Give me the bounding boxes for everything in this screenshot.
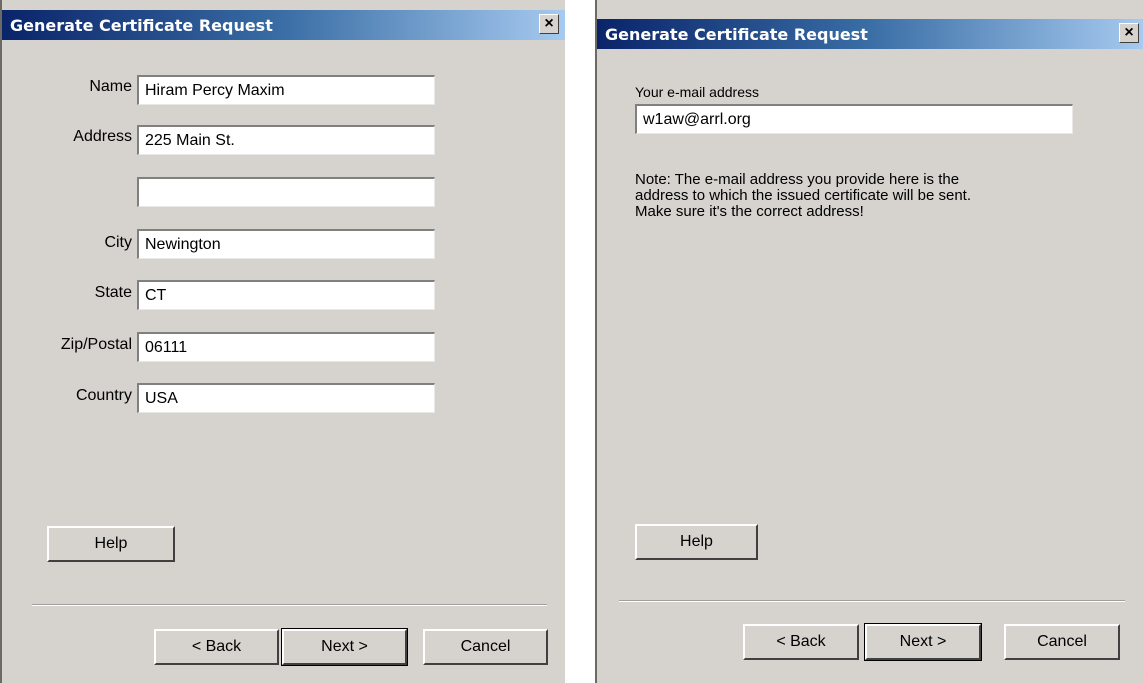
city-field[interactable]: Newington (137, 229, 435, 259)
title-bar: Generate Certificate Request × (2, 10, 565, 40)
close-icon: × (1124, 24, 1134, 41)
address-label: Address (73, 128, 132, 145)
title-bar: Generate Certificate Request × (597, 19, 1143, 49)
back-button[interactable]: < Back (154, 629, 279, 665)
state-label: State (94, 284, 132, 301)
button-separator (32, 604, 547, 606)
zip-label: Zip/Postal (60, 336, 132, 353)
dialog-title: Generate Certificate Request (10, 16, 273, 35)
cancel-button[interactable]: Cancel (1004, 624, 1120, 660)
country-label: Country (75, 387, 132, 404)
close-button[interactable]: × (539, 14, 559, 34)
dialog-title: Generate Certificate Request (605, 25, 868, 44)
state-field[interactable]: CT (137, 280, 435, 310)
close-icon: × (544, 15, 554, 32)
close-button[interactable]: × (1119, 23, 1139, 43)
address-line1-field[interactable]: 225 Main St. (137, 125, 435, 155)
email-note: Note: The e-mail address you provide her… (635, 172, 971, 220)
city-label: City (104, 234, 132, 251)
next-button[interactable]: Next > (281, 628, 408, 666)
address-dialog: Generate Certificate Request × Name Hira… (0, 0, 565, 683)
address-line2-field[interactable] (137, 177, 435, 207)
email-field[interactable]: w1aw@arrl.org (635, 104, 1073, 134)
note-line: address to which the issued certificate … (635, 187, 971, 204)
cancel-button[interactable]: Cancel (423, 629, 548, 665)
note-line: Note: The e-mail address you provide her… (635, 171, 960, 188)
name-field[interactable]: Hiram Percy Maxim (137, 75, 435, 105)
name-label: Name (89, 78, 132, 95)
next-button[interactable]: Next > (864, 623, 982, 661)
help-button[interactable]: Help (635, 524, 758, 560)
help-button[interactable]: Help (47, 526, 175, 562)
note-line: Make sure it's the correct address! (635, 203, 864, 220)
back-button[interactable]: < Back (743, 624, 859, 660)
zip-field[interactable]: 06111 (137, 332, 435, 362)
country-field[interactable]: USA (137, 383, 435, 413)
email-label: Your e-mail address (635, 84, 759, 100)
button-separator (619, 600, 1125, 602)
email-dialog: Generate Certificate Request × Your e-ma… (595, 0, 1143, 683)
